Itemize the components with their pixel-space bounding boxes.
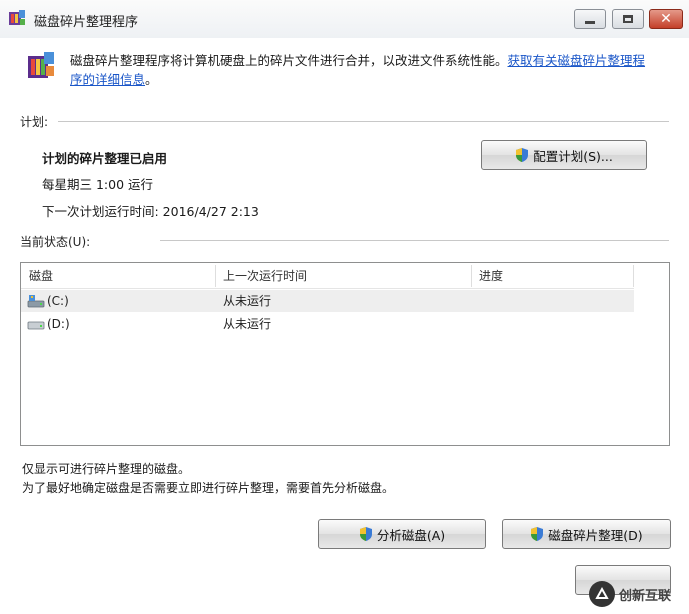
schedule-separator [58,121,669,122]
analyze-disk-button[interactable]: 分析磁盘(A) [318,519,486,549]
column-separator [633,265,634,287]
description-text: 磁盘碎片整理程序将计算机硬盘上的碎片文件进行合并，以改进文件系统性能。 [70,53,508,68]
schedule-section-label: 计划: [20,115,49,129]
schedule-status: 计划的碎片整理已启用 [42,151,168,166]
column-header-disk[interactable]: 磁盘 [23,263,215,289]
shield-icon [516,148,529,162]
window-title: 磁盘碎片整理程序 [34,15,139,30]
hard-drive-icon [27,321,45,330]
schedule-next-run: 下一次计划运行时间: 2016/4/27 2:13 [42,204,259,219]
defragment-disk-button[interactable]: 磁盘碎片整理(D) [502,519,671,549]
last-run-value: 从未运行 [223,294,272,308]
note-analyze-first: 为了最好地确定磁盘是否需要立即进行碎片整理，需要首先分析磁盘。 [22,481,395,495]
status-separator [160,240,669,241]
shield-icon [359,527,372,541]
minimize-button[interactable] [574,9,606,29]
watermark-text: 创新互联 [619,588,672,604]
description-line-1: 磁盘碎片整理程序将计算机硬盘上的碎片文件进行合并，以改进文件系统性能。获取有关磁… [70,50,645,69]
disk-name: (D:) [47,317,70,331]
current-status-section-label: 当前状态(U): [20,235,91,249]
watermark-logo-icon [589,581,615,607]
configure-schedule-button[interactable]: 配置计划(S)... [481,140,647,170]
minimize-icon [585,20,595,24]
disk-list[interactable]: 磁盘 上一次运行时间 进度 (C:) 从未运行 (D:) 从未运行 [20,262,670,446]
shield-icon [531,527,544,541]
table-row[interactable]: (D:) 从未运行 [21,313,634,335]
schedule-frequency: 每星期三 1:00 运行 [42,177,154,192]
help-link-part-1[interactable]: 获取有关磁盘碎片整理程 [508,53,646,68]
defrag-large-icon [28,52,54,78]
help-link-part-2[interactable]: 序的详细信息 [70,72,145,87]
configure-schedule-label: 配置计划(S)... [533,148,613,164]
description-suffix: 。 [145,72,158,87]
disk-name: (C:) [47,294,69,308]
system-drive-icon [27,295,45,308]
defragment-disk-label: 磁盘碎片整理(D) [548,527,643,543]
watermark: 创新互联 [589,578,689,610]
defrag-app-icon [9,10,25,25]
column-separator [471,265,472,287]
column-header-last-run[interactable]: 上一次运行时间 [217,263,469,289]
note-defraggable-disks: 仅显示可进行碎片整理的磁盘。 [22,462,191,476]
maximize-button[interactable] [612,9,644,29]
last-run-value: 从未运行 [223,317,272,331]
column-separator [215,265,216,287]
description-line-2: 序的详细信息。 [70,69,158,88]
defrag-window: 磁盘碎片整理程序 ✕ 磁盘碎片整理程序将计算机硬盘上的碎片文件进行合并，以改进文… [0,0,689,614]
maximize-icon [623,15,633,23]
close-window-button[interactable]: ✕ [649,9,683,29]
table-row[interactable]: (C:) 从未运行 [21,290,634,312]
title-bar: 磁盘碎片整理程序 ✕ [0,0,689,38]
analyze-disk-label: 分析磁盘(A) [376,527,446,543]
column-header-progress[interactable]: 进度 [473,263,633,289]
disk-list-header: 磁盘 上一次运行时间 进度 [21,263,634,289]
close-icon: ✕ [660,11,672,27]
